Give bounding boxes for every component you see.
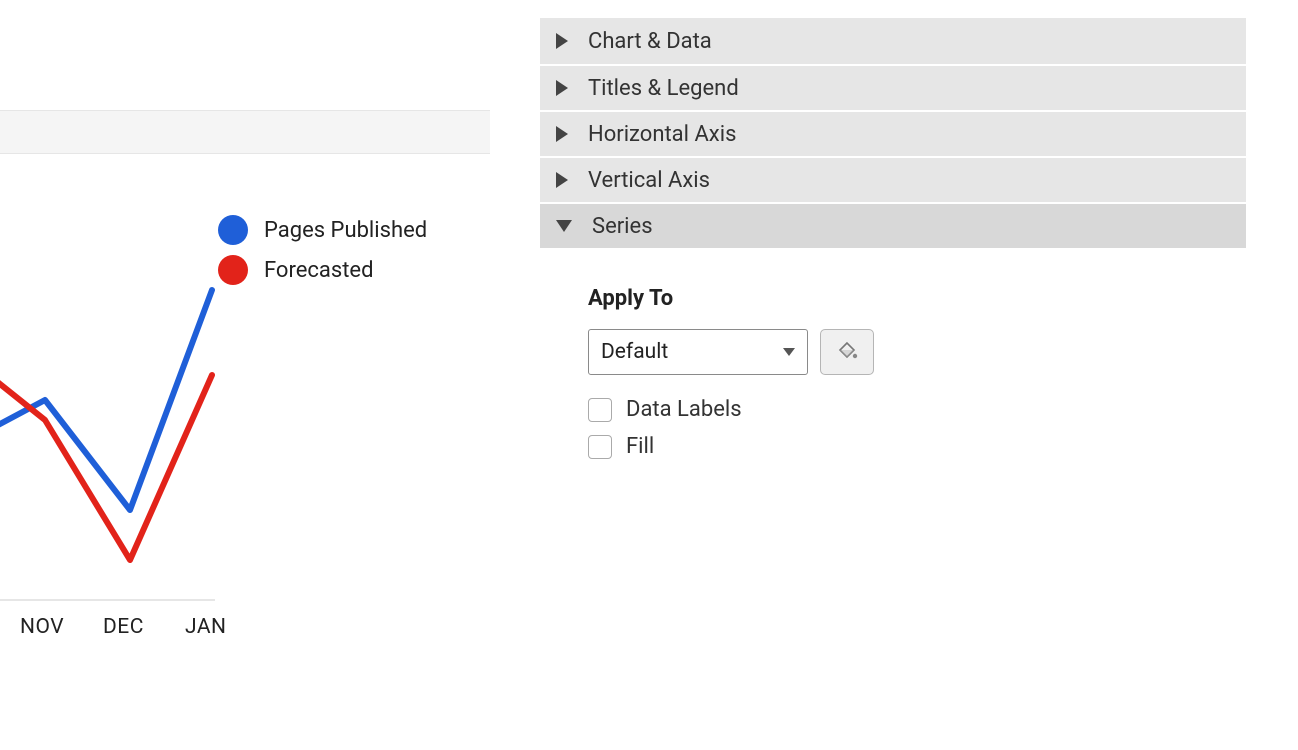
chart-legend: Pages Published Forecasted [218, 210, 427, 290]
accordion-series[interactable]: Series [540, 202, 1246, 248]
select-value: Default [601, 340, 668, 364]
accordion-label: Chart & Data [588, 29, 712, 54]
legend-swatch-icon [218, 255, 248, 285]
legend-label: Forecasted [264, 258, 374, 283]
fill-label: Fill [626, 434, 654, 459]
accordion-label: Series [592, 214, 653, 239]
legend-item: Forecasted [218, 250, 427, 290]
chevron-right-icon [556, 126, 568, 142]
series-options-section: Apply To Default Data Labels [540, 248, 1246, 459]
caret-down-icon [783, 348, 795, 356]
legend-swatch-icon [218, 215, 248, 245]
data-labels-label: Data Labels [626, 397, 742, 422]
line-chart-svg [0, 160, 235, 610]
accordion-label: Vertical Axis [588, 168, 710, 193]
accordion-horizontal-axis[interactable]: Horizontal Axis [540, 110, 1246, 156]
chart-preview: NOV DEC JAN Pages Published Forecasted [0, 0, 490, 750]
fill-color-button[interactable] [820, 329, 874, 375]
chart-options-panel: Chart & Data Titles & Legend Horizontal … [540, 18, 1246, 459]
x-tick: NOV [20, 615, 64, 639]
chevron-right-icon [556, 80, 568, 96]
legend-item: Pages Published [218, 210, 427, 250]
x-tick: JAN [185, 615, 227, 639]
x-axis-ticks: NOV DEC JAN [0, 615, 250, 645]
chevron-right-icon [556, 33, 568, 49]
accordion-titles-and-legend[interactable]: Titles & Legend [540, 64, 1246, 110]
chevron-down-icon [556, 220, 572, 232]
chart-title-bar [0, 110, 490, 154]
accordion-label: Horizontal Axis [588, 122, 736, 147]
x-tick: DEC [103, 615, 144, 639]
accordion-chart-and-data[interactable]: Chart & Data [540, 18, 1246, 64]
data-labels-checkbox[interactable] [588, 398, 612, 422]
series-line-pages-published [0, 290, 212, 510]
accordion-vertical-axis[interactable]: Vertical Axis [540, 156, 1246, 202]
chart-plot [0, 160, 235, 610]
accordion-label: Titles & Legend [588, 76, 739, 101]
apply-to-label: Apply To [588, 286, 1246, 311]
series-line-forecasted [0, 360, 212, 560]
paint-bucket-icon [835, 340, 859, 364]
apply-to-select[interactable]: Default [588, 329, 808, 375]
fill-checkbox[interactable] [588, 435, 612, 459]
chevron-right-icon [556, 172, 568, 188]
legend-label: Pages Published [264, 218, 427, 243]
